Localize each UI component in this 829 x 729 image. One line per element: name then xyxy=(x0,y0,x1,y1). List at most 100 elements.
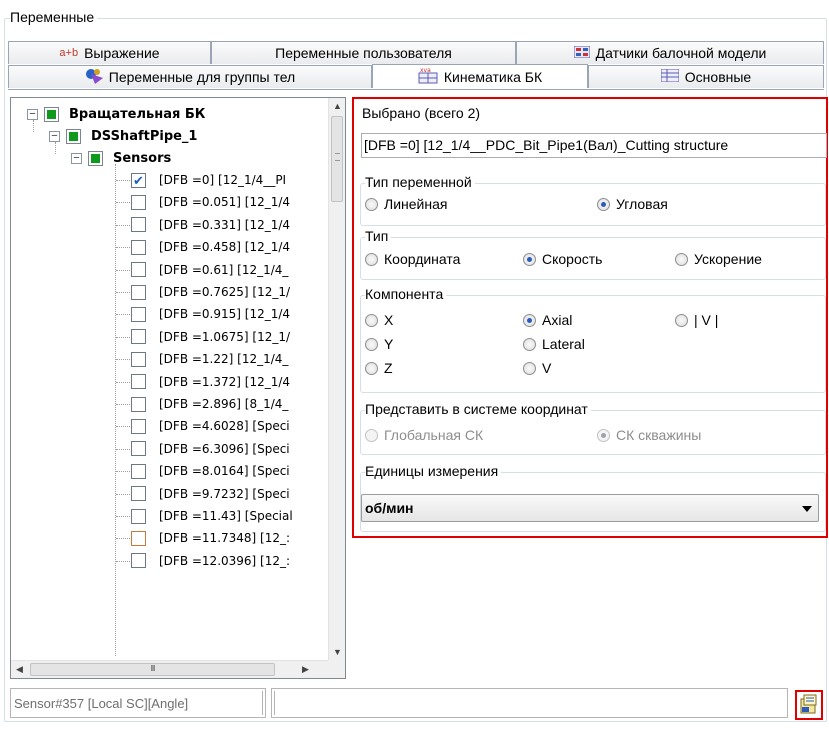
tree-vertical-scrollbar[interactable]: ▲ ▼ xyxy=(328,98,345,661)
green-state-icon[interactable] xyxy=(44,106,59,122)
tab-expression[interactable]: a+b Выражение xyxy=(8,41,211,64)
sensor-item[interactable]: [DFB =0.331] [12_1/4 xyxy=(131,214,290,236)
checkbox[interactable] xyxy=(131,418,146,434)
radio-acceleration-label: Ускорение xyxy=(694,251,762,267)
collapse-icon[interactable]: − xyxy=(27,108,38,120)
radio-velocity[interactable]: Скорость xyxy=(523,251,602,267)
sensor-item[interactable]: [DFB =12.0396] [12_: xyxy=(131,550,290,572)
radio-selected-icon xyxy=(523,313,536,327)
radio-acceleration[interactable]: Ускорение xyxy=(675,251,762,267)
sensor-item[interactable]: [DFB =2.896] [8_1/4_ xyxy=(131,393,288,415)
checkbox[interactable] xyxy=(131,374,146,390)
sensor-item[interactable]: [DFB =1.22] [12_1/4_ xyxy=(131,348,288,370)
tab-user-variables[interactable]: Переменные пользователя xyxy=(211,41,516,64)
tab-beam-sensors-label: Датчики балочной модели xyxy=(595,45,767,61)
tree-node-sensors[interactable]: − Sensors xyxy=(71,147,171,169)
tab-body-group-variables[interactable]: Переменные для группы тел xyxy=(8,65,372,88)
radio-v[interactable]: V xyxy=(523,360,551,376)
checkbox-checked[interactable]: ✔ xyxy=(131,172,146,188)
sensor-item[interactable]: [DFB =4.6028] [Speci xyxy=(131,415,290,437)
tab-beam-sensors[interactable]: Датчики балочной модели xyxy=(516,41,824,64)
tree-connector xyxy=(116,471,130,473)
scroll-corner xyxy=(328,660,345,678)
checkbox[interactable] xyxy=(131,441,146,457)
variable-type-group: Тип переменной Линейная Угловая xyxy=(360,174,826,226)
radio-abs-v[interactable]: | V | xyxy=(675,312,718,328)
radio-axial[interactable]: Axial xyxy=(523,312,572,328)
units-title: Единицы измерения xyxy=(365,463,502,479)
sensor-tree[interactable]: − Вращательная БК − DSShaftPipe_1 − Sens… xyxy=(10,97,346,679)
radio-linear[interactable]: Линейная xyxy=(365,196,447,212)
radio-selected-icon xyxy=(523,252,536,266)
scroll-right-icon[interactable]: ▶ xyxy=(297,661,314,678)
scroll-left-icon[interactable]: ◀ xyxy=(11,661,28,678)
checkbox[interactable] xyxy=(131,508,146,524)
checkbox[interactable] xyxy=(131,217,146,233)
status-sensor-text: Sensor#357 [Local SC][Angle] xyxy=(10,688,266,718)
checkbox[interactable] xyxy=(131,239,146,255)
sensor-item[interactable]: [DFB =6.3096] [Speci xyxy=(131,438,290,460)
green-state-icon[interactable] xyxy=(66,128,81,144)
sensor-item[interactable]: [DFB =1.372] [12_1/4 xyxy=(131,371,290,393)
collapse-icon[interactable]: − xyxy=(49,130,60,142)
sensor-item[interactable]: [DFB =0.7625] [12_1/ xyxy=(131,281,290,303)
tree-connector xyxy=(116,516,130,517)
radio-well-cs-label: СК скважины xyxy=(616,427,702,443)
sensor-item[interactable]: [DFB =1.0675] [12_1/ xyxy=(131,326,290,348)
sensor-item[interactable]: [DFB =0.051] [12_1/4 xyxy=(131,191,290,213)
radio-lateral[interactable]: Lateral xyxy=(523,336,585,352)
tab-main-label: Основные xyxy=(684,69,752,85)
collapse-icon[interactable]: − xyxy=(71,152,82,164)
sensor-item[interactable]: [DFB =0.61] [12_1/4_ xyxy=(131,259,288,281)
tree-node-sensors-label: Sensors xyxy=(113,150,172,166)
sensor-item[interactable]: [DFB =11.43] [Special xyxy=(131,505,293,527)
sensor-item-label: [DFB =0.7625] [12_1/ xyxy=(159,285,291,299)
tab-main[interactable]: Основные xyxy=(588,65,824,88)
sensor-item[interactable]: [DFB =9.7232] [Speci xyxy=(131,483,290,505)
component-group: Компонента X Axial | V | Y Lateral Z V xyxy=(360,286,826,393)
tree-connector xyxy=(116,426,130,428)
radio-y[interactable]: Y xyxy=(365,336,393,352)
checkbox[interactable] xyxy=(131,194,146,210)
sensor-item[interactable]: [DFB =0.458] [12_1/4 xyxy=(131,236,290,258)
checkbox[interactable] xyxy=(131,262,146,278)
radio-axial-label: Axial xyxy=(542,312,573,328)
tree-node-root[interactable]: − Вращательная БК xyxy=(27,103,205,125)
status-expression-field[interactable] xyxy=(271,688,788,718)
sensor-item-label: [DFB =8.0164] [Speci xyxy=(159,464,290,479)
checkbox[interactable] xyxy=(131,530,146,546)
checkbox[interactable] xyxy=(131,284,146,300)
radio-linear-label: Линейная xyxy=(384,196,448,212)
radio-z[interactable]: Z xyxy=(365,360,393,376)
checkbox[interactable] xyxy=(131,351,146,367)
checkbox[interactable] xyxy=(131,396,146,412)
scroll-thumb[interactable] xyxy=(331,116,343,202)
selected-count-label: Выбрано (всего 2) xyxy=(362,105,481,121)
green-state-icon[interactable] xyxy=(88,150,103,166)
sensor-item[interactable]: ✔ [DFB =0] [12_1/4__PI xyxy=(131,169,286,191)
radio-x[interactable]: X xyxy=(365,312,393,328)
tree-node-shaft[interactable]: − DSShaftPipe_1 xyxy=(49,125,197,147)
units-dropdown[interactable]: об/мин xyxy=(361,494,819,522)
scroll-up-icon[interactable]: ▲ xyxy=(329,98,345,115)
checkbox[interactable] xyxy=(131,553,146,569)
tree-connector xyxy=(116,381,130,383)
tree-connector xyxy=(116,448,130,450)
checkbox[interactable] xyxy=(131,486,146,502)
checkbox[interactable] xyxy=(131,329,146,345)
add-variable-button[interactable] xyxy=(795,690,823,720)
scroll-down-icon[interactable]: ▼ xyxy=(329,644,345,661)
tab-kinematics[interactable]: xva Кинематика БК xyxy=(372,64,588,88)
checkbox[interactable] xyxy=(131,463,146,479)
tree-connector xyxy=(116,224,130,226)
tree-horizontal-scrollbar[interactable]: ◀ III ▶ xyxy=(11,660,329,678)
checkbox[interactable] xyxy=(131,306,146,322)
radio-angular[interactable]: Угловая xyxy=(597,196,668,212)
scroll-thumb[interactable]: III xyxy=(30,663,275,676)
sensor-item[interactable]: [DFB =0.915] [12_1/4 xyxy=(131,303,290,325)
sensor-item[interactable]: [DFB =8.0164] [Speci xyxy=(131,460,290,482)
radio-coordinate[interactable]: Координата xyxy=(365,251,460,267)
sensor-item[interactable]: [DFB =11.7348] [12_: xyxy=(131,527,290,549)
selected-items-field[interactable]: [DFB =0] [12_1/4__PDC_Bit_Pipe1(Вал)_Cut… xyxy=(361,133,827,158)
body-group-icon xyxy=(85,68,103,87)
